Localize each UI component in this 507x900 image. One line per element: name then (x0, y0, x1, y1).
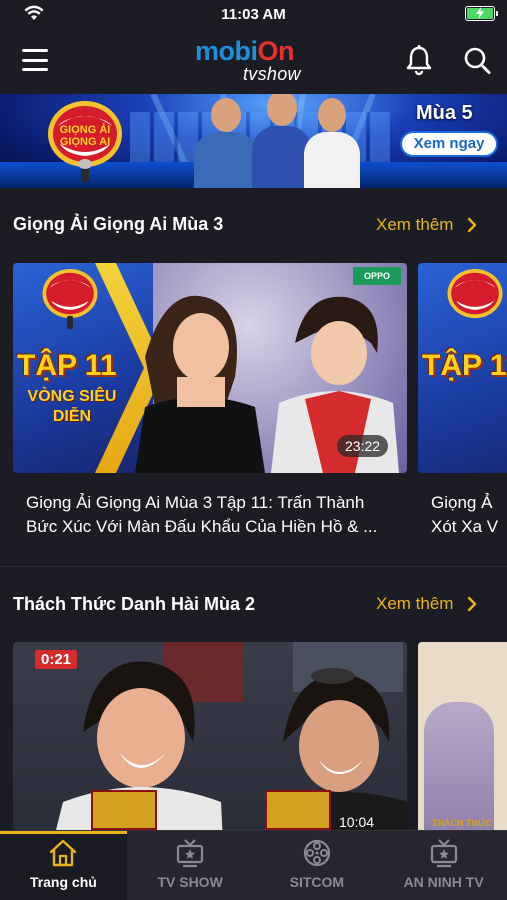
chevron-right-icon (468, 596, 477, 612)
wifi-icon (24, 5, 44, 20)
video-card[interactable]: 0:21 10:04 (13, 642, 407, 830)
host-figure (252, 94, 312, 188)
svg-text:GIỌNG AI: GIỌNG AI (60, 136, 110, 148)
tab-label: Trang chủ (29, 874, 97, 890)
contestant-frame (91, 790, 157, 830)
video-thumbnail: THÁCH THỨC (418, 642, 507, 830)
svg-text:GIỌNG ẢI: GIỌNG ẢI (60, 123, 111, 136)
video-duration: 10:04 (339, 814, 375, 830)
countdown-timer: 0:21 (35, 650, 78, 669)
show-logo: GIỌNG ẢI GIỌNG AI (48, 101, 122, 182)
see-more-link[interactable]: Xem thêm (376, 215, 477, 235)
host-figure (304, 98, 360, 188)
home-icon (50, 839, 77, 867)
video-title-line: Bức Xúc Với Màn Đấu Khẩu Của Hiền Hồ & .… (26, 517, 378, 536)
bell-icon[interactable] (404, 44, 434, 76)
video-title-line: Xót Xa V (431, 517, 499, 536)
show-logo (447, 269, 503, 319)
watch-now-button[interactable]: Xem ngay (400, 131, 498, 157)
battery-charging-icon (465, 6, 498, 21)
video-card[interactable]: TẬP 11 VÒNG SIÊU DIỄN OPPO 23:22 Giọng Ả… (13, 263, 407, 545)
see-more-label: Xem thêm (376, 215, 454, 234)
thumb-caption: THÁCH THỨC (432, 818, 492, 828)
video-duration: 23:22 (337, 435, 389, 457)
tab-an-ninh-tv[interactable]: AN NINH TV (380, 831, 507, 900)
video-thumbnail: TẬP 11 VÒNG SIÊU DIỄN OPPO 23:22 (13, 263, 407, 473)
section-title: Thách Thức Danh Hài Mùa 2 (13, 594, 256, 614)
see-more-label: Xem thêm (376, 594, 454, 613)
video-thumbnail: 0:21 (13, 642, 407, 830)
season-label: Mùa 5 (416, 102, 473, 124)
host-figure (194, 98, 258, 188)
menu-icon[interactable] (22, 49, 48, 71)
episode-tag: TẬP 11 (17, 349, 117, 382)
show-logo (42, 269, 98, 330)
logo-sub: tvshow (243, 64, 301, 84)
tab-label: TV SHOW (157, 874, 223, 890)
section-title: Giọng Ải Giọng Ai Mùa 3 (13, 214, 224, 234)
video-card[interactable]: THÁCH THỨC (418, 642, 507, 830)
app-header: mobiOn tvshow (0, 28, 507, 92)
tab-label: AN NINH TV (403, 874, 484, 890)
video-card[interactable]: TẬP 11 Giọng Ả Xót Xa V (418, 263, 507, 545)
video-title-line: Giọng Ải Giọng Ai Mùa 3 Tập 11: Trấn Thà… (26, 493, 365, 512)
tab-sitcom[interactable]: SITCOM (254, 831, 381, 900)
see-more-link[interactable]: Xem thêm (376, 594, 477, 614)
video-title-line: Giọng Ả (431, 493, 493, 512)
app-logo[interactable]: mobiOn tvshow (195, 36, 315, 84)
film-reel-icon (303, 839, 330, 867)
search-icon[interactable] (462, 44, 492, 76)
tab-label: SITCOM (289, 874, 345, 890)
logo-brand: mobiOn (195, 36, 294, 66)
tab-tv-show[interactable]: TV SHOW (127, 831, 254, 900)
chevron-right-icon (468, 217, 477, 233)
tab-home[interactable]: Trang chủ (0, 831, 127, 900)
episode-tag: TẬP 11 (422, 349, 507, 382)
contestant-frame (265, 790, 331, 830)
round-tag: VÒNG SIÊU DIỄN (27, 388, 117, 425)
section-divider (0, 566, 507, 567)
tv-star-icon (430, 839, 457, 868)
bottom-tab-bar: Trang chủ TV SHOW SITCOM AN NINH TV (0, 830, 507, 900)
status-time: 11:03 AM (221, 5, 286, 23)
sponsor-logo: OPPO (353, 267, 401, 285)
status-bar: 11:03 AM (0, 0, 507, 28)
contestant-figure (135, 295, 265, 473)
video-thumbnail: TẬP 11 (418, 263, 507, 473)
tv-icon (177, 839, 204, 868)
